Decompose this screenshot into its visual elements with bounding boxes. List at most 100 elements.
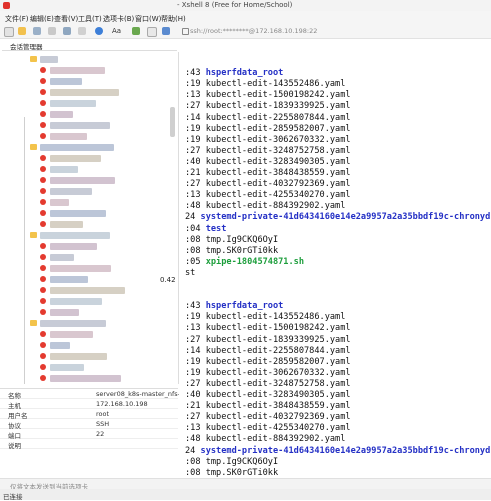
tree-partial-value: 0.42 [160, 276, 176, 284]
tree-session-name-redacted [40, 56, 58, 63]
line-filename: tmp.Ig9CKQ6OyI [206, 457, 278, 467]
line-filename: kubectl-edit-884392902.yaml [206, 201, 346, 211]
session-manager-title: 会话管理器 [10, 41, 43, 51]
tree-session-name-redacted [50, 353, 107, 360]
tree-session-row[interactable] [0, 219, 178, 230]
tree-session-row[interactable] [0, 285, 178, 296]
line-time-suffix: :19 [185, 124, 206, 134]
prop-row-host: 主机172.168.10.198 [0, 399, 178, 409]
tree-session-row[interactable] [0, 208, 178, 219]
line-filename: kubectl-edit-4032792369.yaml [206, 179, 351, 189]
line-filename: kubectl-edit-3062670332.yaml [206, 368, 351, 378]
tree-session-name-redacted [50, 298, 102, 305]
tree-session-name-redacted [50, 155, 101, 162]
tree-session-row[interactable] [0, 340, 178, 351]
keyboard-icon[interactable] [147, 27, 157, 37]
line-filename: kubectl-edit-884392902.yaml [206, 434, 346, 444]
new-session-icon[interactable] [4, 27, 14, 37]
prop-value: root [96, 410, 109, 418]
line-filename: systemd-private-41d6434160e14e2a9957a2a3… [201, 212, 491, 222]
menu-edit[interactable]: 编辑(E) [30, 14, 54, 24]
open-folder-icon[interactable] [18, 27, 26, 35]
tree-session-row[interactable] [0, 263, 178, 274]
tree-session-row[interactable] [0, 186, 178, 197]
line-filename: tmp.SK0rGTi0kk [206, 468, 278, 478]
terminal-output[interactable]: :43 hsperfdata_root:19 kubectl-edit-1435… [179, 40, 491, 478]
tree-session-name-redacted [50, 309, 79, 316]
session-tree[interactable]: 0.42 [0, 52, 179, 384]
tree-session-row[interactable] [0, 153, 178, 164]
tree-session-row[interactable] [0, 197, 178, 208]
tree-session-name-redacted [50, 78, 82, 85]
session-icon [40, 111, 46, 117]
tree-session-row[interactable] [0, 274, 178, 285]
tree-session-row[interactable] [0, 329, 178, 340]
globe-icon[interactable] [95, 27, 103, 35]
line-time-suffix: :08 [185, 457, 206, 467]
tree-session-name-redacted [50, 254, 74, 261]
disconnect-icon[interactable] [48, 27, 56, 35]
terminal-line: :05 xpipe-1804574871.sh [185, 256, 304, 268]
tree-session-name-redacted [50, 221, 83, 228]
menu-window[interactable]: 窗口(W) [135, 14, 161, 24]
tree-session-name-redacted [50, 265, 111, 272]
tree-session-row[interactable] [0, 98, 178, 109]
link-icon[interactable] [33, 27, 41, 35]
line-filename: hsperfdata_root [206, 68, 284, 78]
line-filename: kubectl-edit-3283490305.yaml [206, 390, 351, 400]
tree-session-name-redacted [50, 188, 92, 195]
line-filename: kubectl-edit-4032792369.yaml [206, 412, 351, 422]
tree-session-row[interactable] [0, 164, 178, 175]
session-address[interactable]: ssh://root:********@172.168.10.198:22 [190, 27, 317, 35]
tree-session-row[interactable] [0, 76, 178, 87]
copy-icon[interactable] [63, 27, 71, 35]
font-button[interactable]: Aa [112, 27, 121, 35]
session-icon [40, 254, 46, 260]
tree-session-row[interactable] [0, 362, 178, 373]
line-time-suffix: :13 [185, 190, 206, 200]
session-icon [40, 309, 46, 315]
line-filename: kubectl-edit-2859582007.yaml [206, 357, 351, 367]
menu-file[interactable]: 文件(F) [5, 14, 29, 24]
line-time-suffix: :19 [185, 135, 206, 145]
folder-icon [30, 320, 37, 326]
prop-row-name: 名称server08_k8s-master_nfs-se... [0, 389, 178, 399]
script-icon[interactable] [132, 27, 140, 35]
tree-session-row[interactable] [0, 87, 178, 98]
prop-value: 22 [96, 430, 104, 438]
tree-session-row[interactable] [0, 142, 178, 153]
line-filename: kubectl-edit-3062670332.yaml [206, 135, 351, 145]
tree-session-row[interactable] [0, 54, 178, 65]
session-icon [40, 177, 46, 183]
line-time-suffix: :08 [185, 235, 206, 245]
line-time-suffix: :13 [185, 90, 206, 100]
tree-session-row[interactable] [0, 131, 178, 142]
tree-session-row[interactable] [0, 252, 178, 263]
tree-session-row[interactable] [0, 318, 178, 329]
tree-session-row[interactable] [0, 120, 178, 131]
window-title: - Xshell 8 (Free for Home/School) [177, 1, 292, 9]
session-icon [40, 221, 46, 227]
menu-tabs[interactable]: 选项卡(B) [103, 14, 134, 24]
menu-view[interactable]: 查看(V) [54, 14, 78, 24]
tree-session-name-redacted [50, 166, 78, 173]
line-time-suffix: :14 [185, 346, 206, 356]
menu-help[interactable]: 帮助(H) [161, 14, 186, 24]
tree-session-row[interactable] [0, 241, 178, 252]
menu-tools[interactable]: 工具(T) [78, 14, 102, 24]
tree-session-row[interactable] [0, 230, 178, 241]
tree-session-row[interactable] [0, 351, 178, 362]
session-icon [40, 353, 46, 359]
settings-icon[interactable] [162, 27, 170, 35]
prop-value: 172.168.10.198 [96, 400, 148, 408]
tree-session-row[interactable] [0, 109, 178, 120]
search-icon[interactable] [78, 27, 86, 35]
line-time-suffix: :21 [185, 401, 206, 411]
tree-session-row[interactable] [0, 296, 178, 307]
tree-session-name-redacted [50, 67, 105, 74]
tree-session-row[interactable] [0, 65, 178, 76]
tree-session-row[interactable] [0, 175, 178, 186]
tree-session-row[interactable] [0, 373, 178, 384]
tree-session-row[interactable] [0, 307, 178, 318]
line-filename: xpipe-1804574871.sh [206, 257, 304, 267]
